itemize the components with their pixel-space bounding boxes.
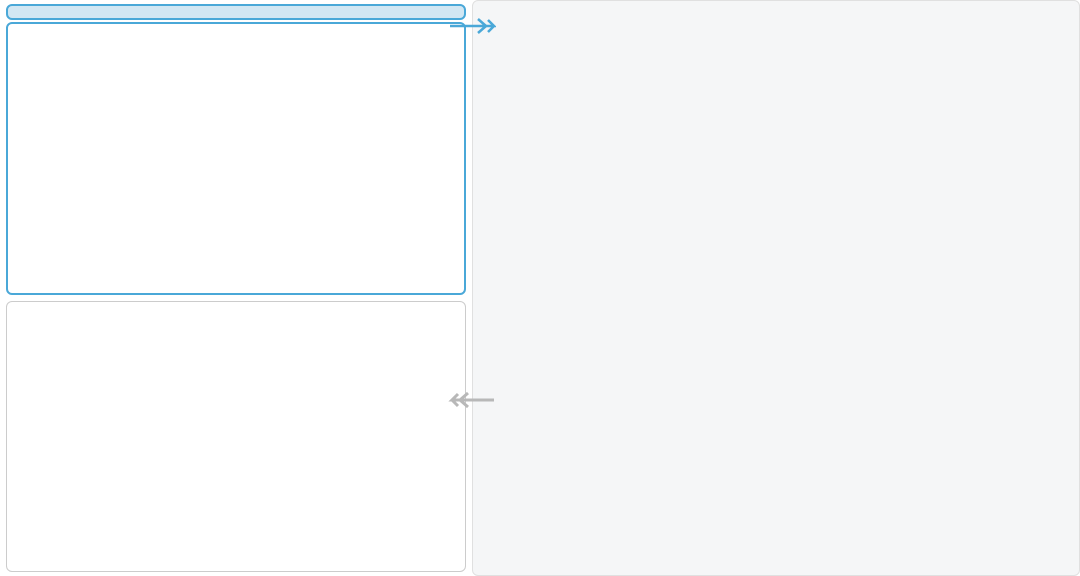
- reproduced-plot-block: [6, 301, 466, 572]
- prompt-text: [6, 4, 466, 20]
- reproduced-caption: [11, 563, 461, 569]
- code-panel: [472, 0, 1080, 576]
- original-plot-block: [6, 22, 466, 295]
- arrow-left-icon: [448, 388, 496, 412]
- original-subplots: [12, 28, 460, 291]
- left-column: [0, 0, 472, 576]
- reproduced-subplots: [11, 306, 461, 563]
- arrow-right-icon: [448, 14, 496, 38]
